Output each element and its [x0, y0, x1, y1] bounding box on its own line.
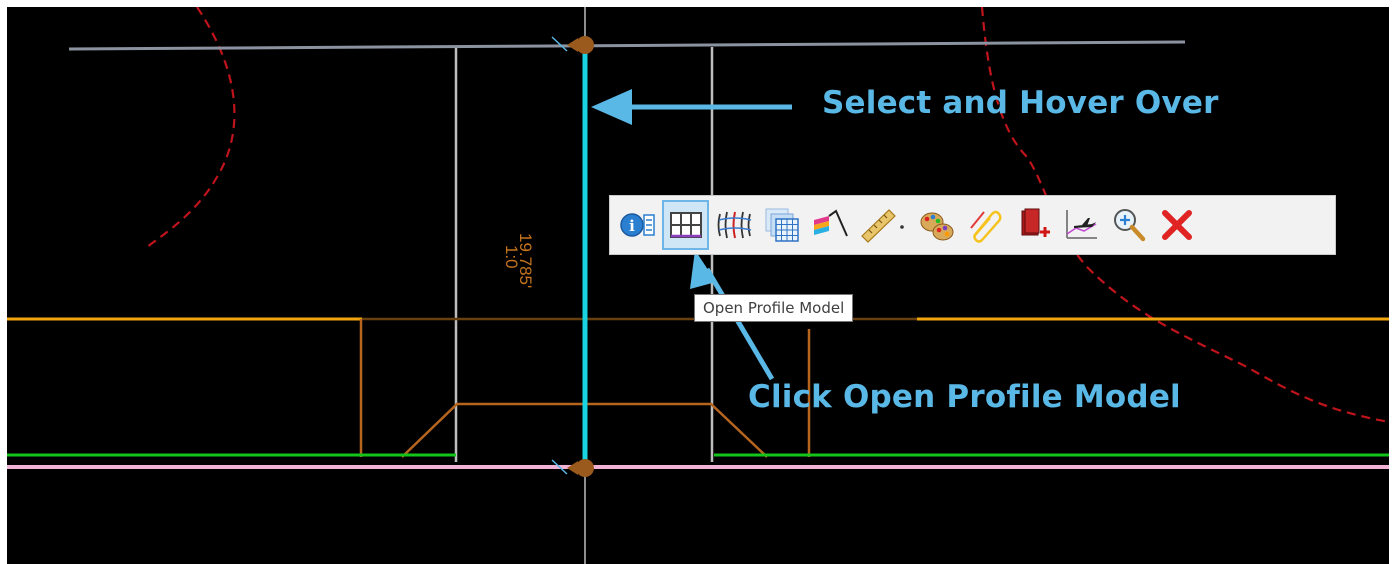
template-ribbon-icon [813, 209, 848, 237]
paperclip-icon [969, 210, 1001, 243]
add-component-button[interactable] [1009, 200, 1056, 250]
tooltip-open-profile-model: Open Profile Model [694, 294, 854, 322]
top-alignment-line [68, 40, 1186, 51]
drawing-canvas[interactable]: 19.785' 1:0 Select and Hover Over Click … [7, 7, 1389, 564]
3d-mesh-icon [717, 211, 751, 239]
grid-stack-icon [765, 208, 799, 242]
context-toolbar: i [609, 195, 1336, 255]
magnifier-icon [1113, 209, 1145, 242]
palette-icon [920, 212, 953, 241]
material-button[interactable] [913, 200, 960, 250]
profile-grid-icon [669, 212, 702, 238]
attach-button[interactable] [961, 200, 1008, 250]
properties-button[interactable]: i [614, 200, 661, 250]
info-list-icon: i [619, 213, 655, 237]
ruler-icon [861, 209, 904, 243]
scale-label: 1:0 [502, 245, 521, 269]
close-button[interactable] [1153, 200, 1200, 250]
3d-model-button[interactable] [710, 200, 757, 250]
view-profile-button[interactable] [1057, 200, 1104, 250]
red-dashed-boundary-left [146, 7, 236, 248]
close-icon [1161, 210, 1192, 240]
select-hover-arrow [591, 89, 792, 125]
surface-template-button[interactable] [806, 200, 853, 250]
callout-click-profile: Click Open Profile Model [748, 379, 1181, 415]
cross-section-button[interactable] [758, 200, 805, 250]
chart-plane-icon [1065, 210, 1097, 239]
svg-text:i: i [629, 217, 635, 235]
open-profile-model-button[interactable] [662, 200, 709, 250]
zoom-button[interactable] [1105, 200, 1152, 250]
callout-select-hover: Select and Hover Over [822, 85, 1219, 121]
book-plus-icon [1021, 208, 1050, 237]
measure-button[interactable] [854, 200, 912, 250]
